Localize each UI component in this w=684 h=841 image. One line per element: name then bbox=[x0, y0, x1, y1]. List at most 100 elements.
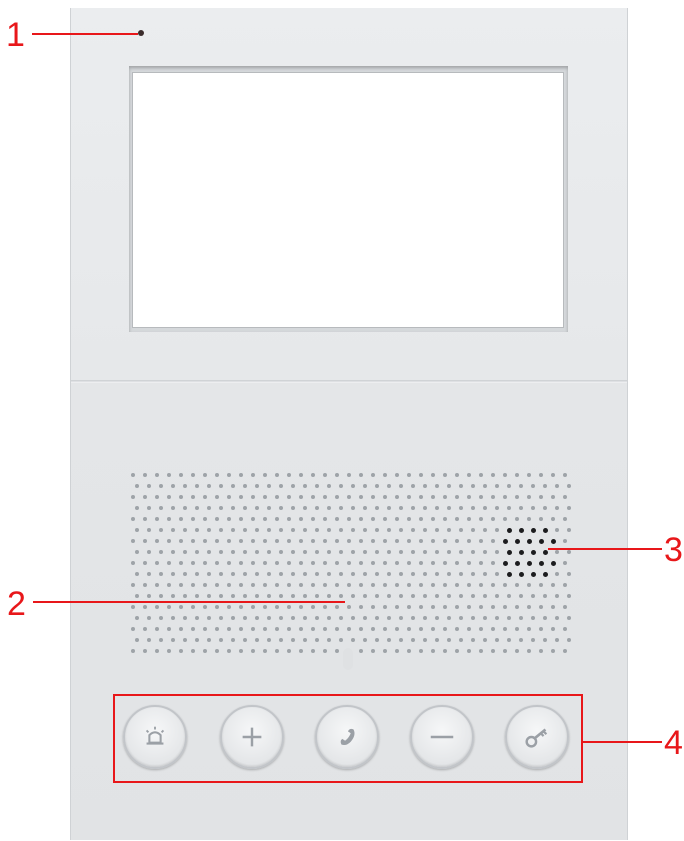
speaker-hole bbox=[215, 627, 219, 631]
speaker-hole bbox=[195, 528, 199, 532]
speaker-hole bbox=[503, 583, 507, 587]
speaker-hole bbox=[471, 594, 475, 598]
speaker-hole bbox=[311, 517, 315, 521]
speaker-hole bbox=[375, 528, 379, 532]
speaker-hole bbox=[455, 605, 459, 609]
speaker-hole bbox=[363, 528, 367, 532]
speaker-hole bbox=[239, 649, 243, 653]
speaker-hole bbox=[551, 473, 555, 477]
speaker-hole bbox=[515, 627, 519, 631]
speaker-hole bbox=[479, 649, 483, 653]
speaker-hole bbox=[399, 528, 403, 532]
speaker-hole bbox=[515, 583, 519, 587]
speaker-hole bbox=[131, 649, 135, 653]
speaker-hole bbox=[147, 484, 151, 488]
speaker-hole bbox=[495, 506, 499, 510]
speaker-hole bbox=[323, 627, 327, 631]
speaker-hole bbox=[231, 572, 235, 576]
speaker-hole bbox=[275, 539, 279, 543]
speaker-hole bbox=[363, 506, 367, 510]
speaker-hole bbox=[323, 605, 327, 609]
speaker-hole bbox=[423, 506, 427, 510]
speaker-hole bbox=[215, 583, 219, 587]
speaker-hole bbox=[251, 495, 255, 499]
speaker-hole bbox=[315, 616, 319, 620]
speaker-hole bbox=[327, 594, 331, 598]
speaker-hole bbox=[263, 605, 267, 609]
speaker-hole bbox=[231, 616, 235, 620]
speaker-hole bbox=[567, 594, 571, 598]
speaker-hole bbox=[519, 484, 523, 488]
speaker-hole bbox=[287, 473, 291, 477]
speaker-hole bbox=[455, 473, 459, 477]
speaker-hole bbox=[339, 616, 343, 620]
speaker-hole bbox=[539, 583, 543, 587]
speaker-hole bbox=[443, 649, 447, 653]
speaker-hole bbox=[371, 539, 375, 543]
speaker-hole bbox=[335, 627, 339, 631]
speaker-hole bbox=[327, 638, 331, 642]
speaker-hole bbox=[555, 638, 559, 642]
speaker-hole bbox=[483, 594, 487, 598]
speaker-hole bbox=[531, 484, 535, 488]
speaker-hole bbox=[479, 561, 483, 565]
speaker-hole bbox=[299, 495, 303, 499]
speaker-hole bbox=[287, 495, 291, 499]
speaker-hole bbox=[383, 539, 387, 543]
speaker-hole bbox=[191, 627, 195, 631]
speaker-hole bbox=[423, 550, 427, 554]
speaker-hole bbox=[459, 616, 463, 620]
speaker-hole bbox=[143, 539, 147, 543]
speaker-hole bbox=[267, 572, 271, 576]
speaker-hole bbox=[279, 572, 283, 576]
speaker-dark-hole bbox=[507, 528, 512, 533]
speaker-hole bbox=[407, 627, 411, 631]
indicator-light bbox=[343, 648, 353, 670]
speaker-hole bbox=[495, 638, 499, 642]
speaker-hole bbox=[563, 539, 567, 543]
speaker-hole bbox=[395, 627, 399, 631]
speaker-hole bbox=[563, 605, 567, 609]
speaker-hole bbox=[291, 572, 295, 576]
speaker-hole bbox=[195, 484, 199, 488]
speaker-hole bbox=[255, 572, 259, 576]
speaker-hole bbox=[203, 495, 207, 499]
speaker-hole bbox=[495, 528, 499, 532]
speaker-hole bbox=[275, 627, 279, 631]
speaker-hole bbox=[215, 605, 219, 609]
speaker-hole bbox=[515, 517, 519, 521]
speaker-hole bbox=[327, 528, 331, 532]
speaker-hole bbox=[431, 495, 435, 499]
speaker-hole bbox=[359, 561, 363, 565]
speaker-hole bbox=[219, 506, 223, 510]
speaker-hole bbox=[407, 495, 411, 499]
speaker-hole bbox=[231, 484, 235, 488]
speaker-hole bbox=[323, 583, 327, 587]
speaker-hole bbox=[387, 528, 391, 532]
speaker-hole bbox=[539, 649, 543, 653]
speaker-hole bbox=[167, 473, 171, 477]
speaker-hole bbox=[443, 517, 447, 521]
speaker-hole bbox=[467, 649, 471, 653]
speaker-hole bbox=[159, 528, 163, 532]
speaker-hole bbox=[327, 506, 331, 510]
speaker-hole bbox=[311, 605, 315, 609]
speaker-hole bbox=[455, 649, 459, 653]
speaker-dark-hole bbox=[543, 550, 548, 555]
speaker-hole bbox=[459, 484, 463, 488]
speaker-hole bbox=[323, 561, 327, 565]
speaker-hole bbox=[155, 561, 159, 565]
speaker-hole bbox=[551, 649, 555, 653]
speaker-hole bbox=[303, 616, 307, 620]
speaker-hole bbox=[395, 517, 399, 521]
speaker-hole bbox=[183, 506, 187, 510]
speaker-hole bbox=[399, 616, 403, 620]
speaker-hole bbox=[555, 506, 559, 510]
speaker-hole bbox=[467, 605, 471, 609]
speaker-hole bbox=[207, 572, 211, 576]
speaker-hole bbox=[507, 638, 511, 642]
speaker-hole bbox=[443, 583, 447, 587]
speaker-hole bbox=[395, 649, 399, 653]
speaker-hole bbox=[171, 638, 175, 642]
speaker-hole bbox=[479, 627, 483, 631]
